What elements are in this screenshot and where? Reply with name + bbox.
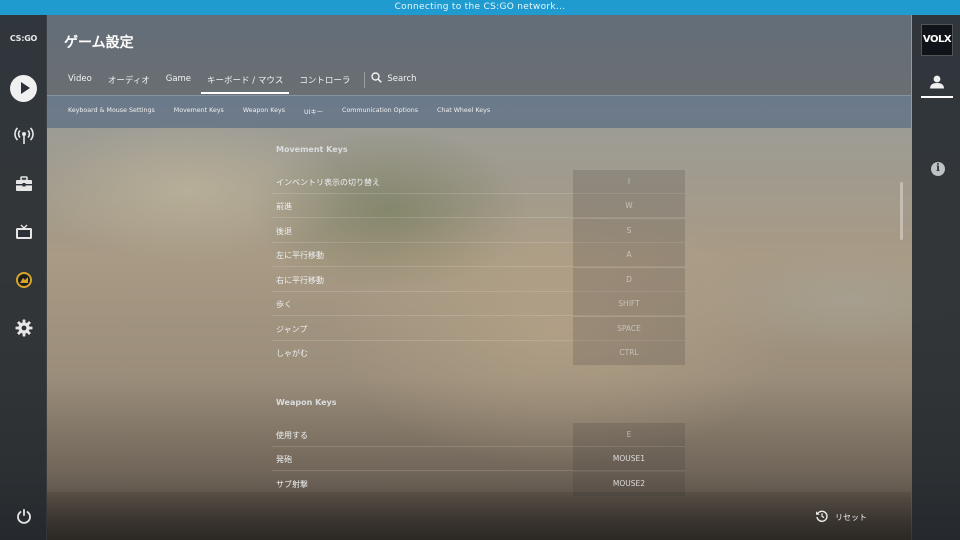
subtab-ui-keys[interactable]: UIキー	[304, 107, 323, 116]
keybind-row: 後退 S	[272, 219, 685, 243]
subtab-movement-keys[interactable]: Movement Keys	[174, 107, 224, 116]
keybind-label: インベントリ表示の切り替え	[276, 178, 380, 187]
main-sidebar: CS:GO	[0, 15, 47, 540]
keybind-row: 右に平行移動 D	[272, 268, 685, 292]
keybind-label: 歩く	[276, 300, 292, 309]
tab-audio[interactable]: オーディオ	[102, 66, 156, 94]
keybind-row: 使用する E	[272, 423, 685, 447]
keybind-value[interactable]: W	[573, 194, 685, 218]
watch-icon[interactable]	[0, 217, 47, 247]
settings-tabs: Video オーディオ Game キーボード / マウス コントローラ Sear…	[62, 66, 417, 94]
keybind-value[interactable]: E	[573, 423, 685, 447]
play-icon[interactable]	[0, 73, 47, 103]
profile-avatar[interactable]: VOLX	[921, 24, 953, 56]
scrollbar[interactable]	[900, 182, 903, 240]
keybind-label: 発砲	[276, 455, 292, 464]
inventory-icon[interactable]	[0, 169, 47, 199]
keybind-label: 後退	[276, 227, 292, 236]
tab-game[interactable]: Game	[160, 66, 197, 94]
keybind-label: 使用する	[276, 431, 308, 440]
keybind-row: しゃがむ CTRL	[272, 341, 685, 365]
keybind-row: 発砲 MOUSE1	[272, 447, 685, 471]
reset-icon	[815, 509, 829, 525]
keybind-value[interactable]: SHIFT	[573, 292, 685, 316]
keybind-value[interactable]: D	[573, 268, 685, 292]
subtab-keyboard-mouse-settings[interactable]: Keyboard & Mouse Settings	[68, 107, 155, 116]
awards-icon[interactable]	[0, 265, 47, 295]
keybind-label: しゃがむ	[276, 349, 308, 358]
connection-status-bar: Connecting to the CS:GO network...	[0, 0, 960, 15]
keybind-row: 左に平行移動 A	[272, 243, 685, 267]
search-button[interactable]: Search	[371, 66, 417, 86]
keybind-value[interactable]: I	[573, 170, 685, 194]
page-title: ゲーム設定	[64, 35, 134, 51]
keybind-row: 歩く SHIFT	[272, 292, 685, 316]
csgo-logo: CS:GO	[9, 34, 38, 43]
keybind-row: ジャンプ SPACE	[272, 317, 685, 341]
search-icon	[371, 72, 383, 86]
keybind-value[interactable]: SPACE	[573, 317, 685, 341]
user-icon[interactable]	[921, 68, 953, 98]
tab-keyboard-mouse[interactable]: キーボード / マウス	[201, 66, 290, 94]
search-label: Search	[387, 74, 417, 84]
gear-icon[interactable]	[0, 313, 47, 343]
reset-label: リセット	[835, 512, 867, 522]
keybind-label: 左に平行移動	[276, 251, 324, 260]
tab-divider	[364, 72, 366, 88]
broadcast-icon[interactable]	[0, 121, 47, 151]
subtabs: Keyboard & Mouse Settings Movement Keys …	[68, 107, 490, 116]
keybind-label: 前進	[276, 202, 292, 211]
tab-video[interactable]: Video	[62, 66, 98, 94]
subtab-weapon-keys[interactable]: Weapon Keys	[243, 107, 285, 116]
section-title-movement-keys: Movement Keys	[276, 145, 348, 154]
keybind-value[interactable]: S	[573, 219, 685, 243]
keybind-label: ジャンプ	[276, 325, 308, 334]
tabs-divider	[47, 95, 911, 96]
keybind-value[interactable]: CTRL	[573, 341, 685, 365]
keybind-value[interactable]: A	[573, 243, 685, 267]
settings-footer	[47, 492, 911, 540]
subtab-chat-wheel-keys[interactable]: Chat Wheel Keys	[437, 107, 490, 116]
info-icon[interactable]: i	[931, 162, 945, 176]
tab-controller[interactable]: コントローラ	[293, 66, 356, 94]
keybind-row: 前進 W	[272, 194, 685, 218]
power-icon[interactable]	[0, 501, 47, 531]
keybind-label: 右に平行移動	[276, 276, 324, 285]
keybind-label: サブ射撃	[276, 480, 308, 489]
friends-panel: VOLX	[912, 15, 960, 540]
section-title-weapon-keys: Weapon Keys	[276, 398, 337, 407]
keybind-value[interactable]: MOUSE1	[573, 447, 685, 471]
subtab-communication-options[interactable]: Communication Options	[342, 107, 418, 116]
reset-button[interactable]: リセット	[815, 509, 867, 525]
keybind-row: インベントリ表示の切り替え I	[272, 170, 685, 194]
